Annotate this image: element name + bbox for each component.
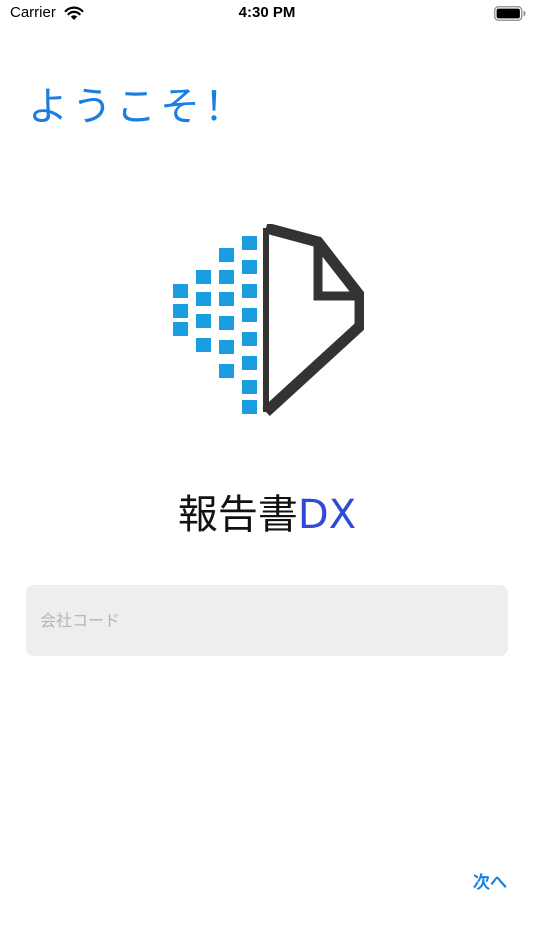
logo-grid-cell [173, 304, 188, 318]
logo-grid-cell [196, 292, 211, 306]
next-button[interactable]: 次へ [462, 864, 518, 896]
logo-grid-cell [242, 236, 257, 250]
logo-grid-cell [219, 340, 234, 354]
logo-grid-cell [219, 292, 234, 306]
status-time: 4:30 PM [238, 4, 296, 21]
logo-grid-cell [173, 284, 188, 298]
logo-grid-cell [219, 248, 234, 262]
logo-grid-cell [242, 356, 257, 370]
app-name-suffix: DX [297, 492, 357, 538]
logo-grid-cell [242, 332, 257, 346]
company-code-input[interactable] [26, 585, 508, 656]
company-code-field-container[interactable] [26, 585, 508, 656]
status-bar: Carrier 4:30 PM [0, 0, 534, 28]
logo-grid-cell [242, 284, 257, 298]
app-name-main: 報告書 [177, 492, 298, 538]
logo-grid-cell [196, 270, 211, 284]
logo-grid-cell [196, 314, 211, 328]
logo-grid-cell [242, 308, 257, 322]
welcome-title: ようこそ！ [28, 84, 248, 130]
battery-icon [494, 6, 526, 21]
logo-grid [173, 236, 257, 414]
logo-grid-cell [242, 260, 257, 274]
logo-document-outline [262, 224, 364, 417]
app-logo-icon [173, 224, 364, 417]
app-name: 報告書DX [0, 482, 534, 540]
logo-grid-cell [219, 364, 234, 378]
logo-grid-cell [196, 338, 211, 352]
logo-grid-cell [219, 270, 234, 284]
logo-grid-cell [242, 400, 257, 414]
logo-grid-cell [219, 316, 234, 330]
logo-grid-cell [173, 322, 188, 336]
logo-grid-cell [242, 380, 257, 394]
